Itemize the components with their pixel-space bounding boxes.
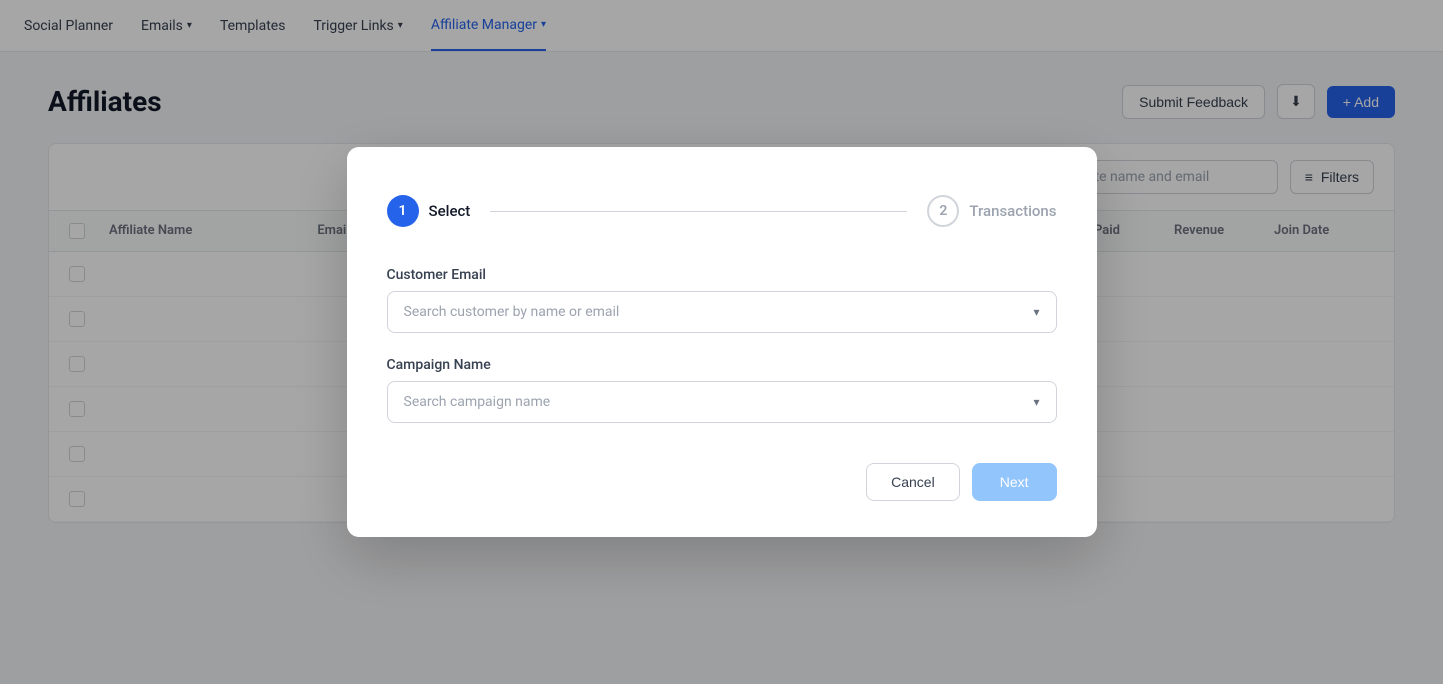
customer-email-label: Customer Email: [387, 267, 1057, 283]
customer-email-placeholder: Search customer by name or email: [404, 304, 620, 320]
next-button[interactable]: Next: [972, 463, 1057, 501]
step-1-label: Select: [429, 202, 471, 220]
customer-email-group: Customer Email Search customer by name o…: [387, 267, 1057, 333]
step-2-circle: 2: [927, 195, 959, 227]
chevron-down-icon: ▾: [1033, 305, 1039, 319]
step-1-circle: 1: [387, 195, 419, 227]
step-1: 1 Select: [387, 195, 471, 227]
step-connector: [490, 211, 907, 212]
customer-email-select[interactable]: Search customer by name or email ▾: [387, 291, 1057, 333]
campaign-name-placeholder: Search campaign name: [404, 394, 551, 410]
step-2: 2 Transactions: [927, 195, 1056, 227]
cancel-button[interactable]: Cancel: [866, 463, 960, 501]
campaign-name-select[interactable]: Search campaign name ▾: [387, 381, 1057, 423]
chevron-down-icon: ▾: [1033, 395, 1039, 409]
step-2-label: Transactions: [969, 202, 1056, 220]
campaign-name-label: Campaign Name: [387, 357, 1057, 373]
modal-footer: Cancel Next: [387, 463, 1057, 501]
stepper: 1 Select 2 Transactions: [387, 195, 1057, 227]
modal-dialog: 1 Select 2 Transactions Customer Email S…: [347, 147, 1097, 537]
modal-overlay: 1 Select 2 Transactions Customer Email S…: [0, 0, 1443, 684]
campaign-name-group: Campaign Name Search campaign name ▾: [387, 357, 1057, 423]
